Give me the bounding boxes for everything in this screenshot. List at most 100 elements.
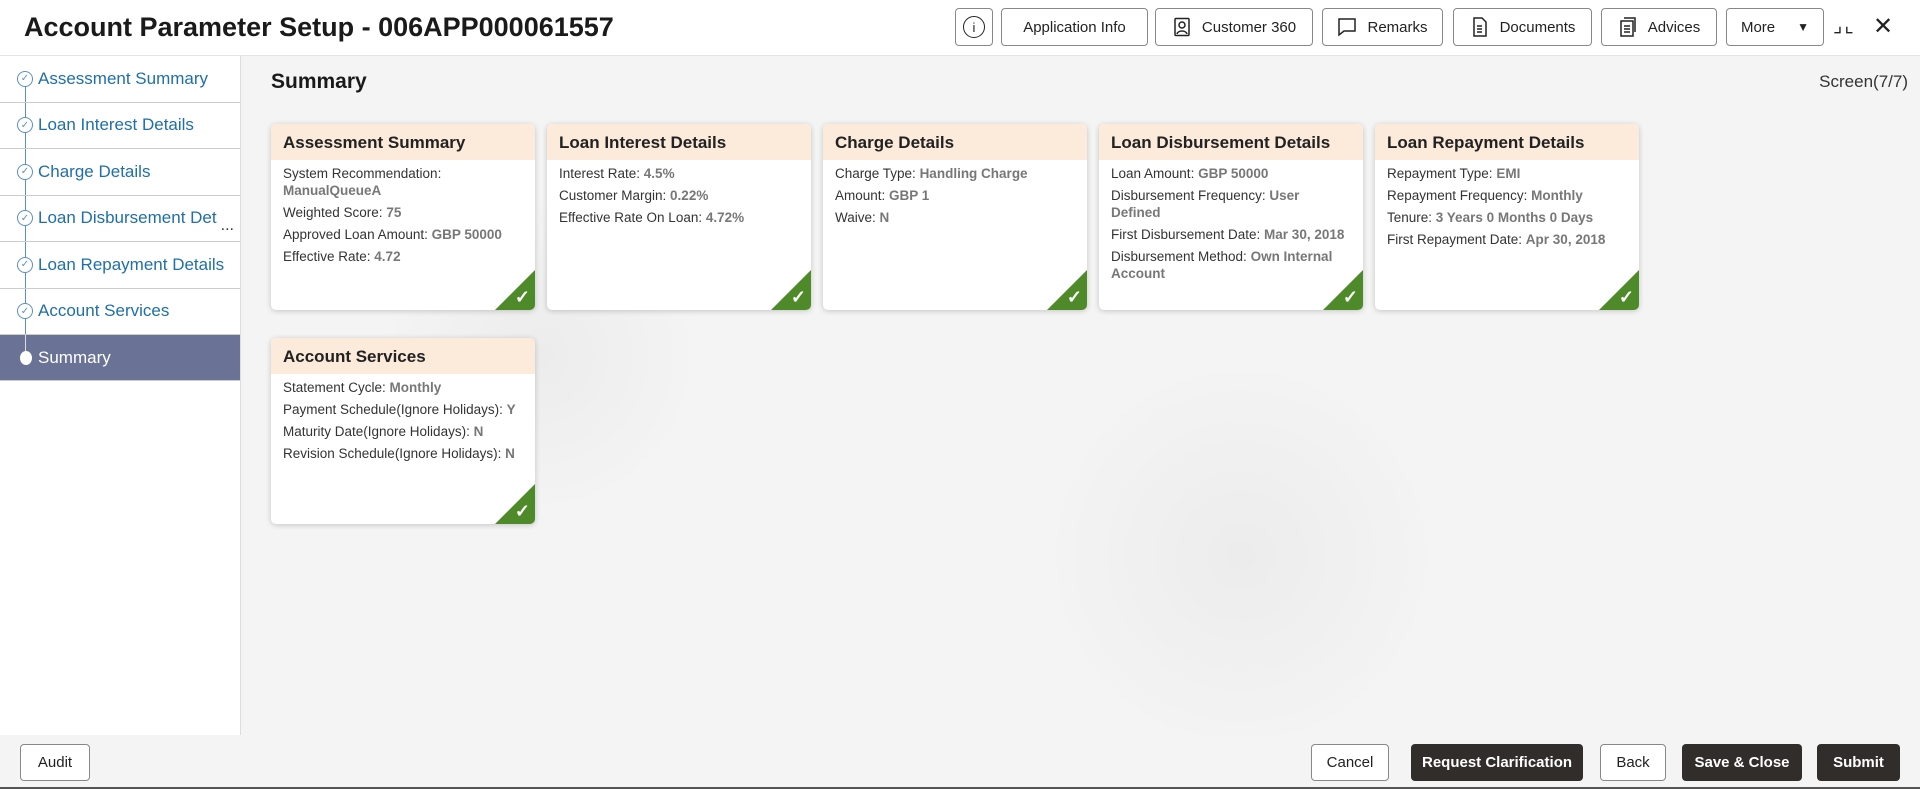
card-field: Effective Rate On Loan: 4.72% bbox=[559, 209, 799, 226]
card-field: Approved Loan Amount: GBP 50000 bbox=[283, 226, 523, 243]
summary-card[interactable]: Loan Repayment Details Repayment Type: EM… bbox=[1375, 124, 1639, 310]
field-label: Repayment Frequency: bbox=[1387, 188, 1532, 203]
chevron-down-icon: ▼ bbox=[1797, 20, 1810, 34]
sidebar-item-label: Loan Disbursement Det bbox=[38, 208, 217, 228]
sidebar-item-label: Account Services bbox=[38, 301, 170, 321]
card-field: Customer Margin: 0.22% bbox=[559, 187, 799, 204]
card-field: Repayment Type: EMI bbox=[1387, 165, 1627, 182]
field-label: Approved Loan Amount: bbox=[283, 227, 432, 242]
back-button[interactable]: Back bbox=[1600, 744, 1666, 781]
submit-button[interactable]: Submit bbox=[1817, 744, 1900, 781]
field-value: N bbox=[879, 210, 890, 225]
field-label: First Repayment Date: bbox=[1387, 232, 1526, 247]
field-label: Disbursement Frequency: bbox=[1111, 188, 1270, 203]
close-icon[interactable]: ✕ bbox=[1873, 12, 1893, 41]
sidebar-item-loan-interest-details[interactable]: ✓ Loan Interest Details bbox=[0, 102, 240, 149]
advices-button[interactable]: Advices bbox=[1601, 8, 1717, 46]
field-value: ManualQueueA bbox=[283, 183, 382, 198]
save-close-button[interactable]: Save & Close bbox=[1682, 744, 1802, 781]
card-field: Waive: N bbox=[835, 209, 1075, 226]
button-label: Advices bbox=[1647, 18, 1701, 36]
summary-card[interactable]: Account Services Statement Cycle: Monthly… bbox=[271, 338, 535, 524]
field-label: Amount: bbox=[835, 188, 890, 203]
cancel-button[interactable]: Cancel bbox=[1311, 744, 1389, 781]
documents-button[interactable]: Documents bbox=[1453, 8, 1592, 46]
field-value: GBP 50000 bbox=[431, 227, 502, 242]
remarks-button[interactable]: Remarks bbox=[1322, 8, 1443, 46]
application-info-button[interactable]: Application Info bbox=[1001, 8, 1148, 46]
summary-card[interactable]: Loan Interest Details Interest Rate: 4.5%… bbox=[547, 124, 811, 310]
check-circle-icon: ✓ bbox=[17, 256, 33, 273]
card-field: Disbursement Method: Own Internal Accoun… bbox=[1111, 248, 1351, 282]
field-value: 4.5% bbox=[643, 166, 675, 181]
card-title: Loan Repayment Details bbox=[1375, 124, 1639, 160]
sidebar-item-summary[interactable]: Summary bbox=[0, 335, 240, 381]
card-field: Amount: GBP 1 bbox=[835, 187, 1075, 204]
field-label: System Recommendation: bbox=[283, 166, 442, 181]
field-label: Customer Margin: bbox=[559, 188, 671, 203]
sidebar-item-label: Assessment Summary bbox=[38, 68, 209, 88]
card-field: Statement Cycle: Monthly bbox=[283, 379, 523, 396]
field-value: 4.72 bbox=[374, 249, 401, 264]
card-field: Maturity Date(Ignore Holidays): N bbox=[283, 423, 523, 440]
card-field: Weighted Score: 75 bbox=[283, 204, 523, 221]
button-label: Documents bbox=[1499, 18, 1576, 36]
info-button[interactable]: i bbox=[955, 8, 993, 46]
field-label: Maturity Date(Ignore Holidays): bbox=[283, 424, 474, 439]
audit-button[interactable]: Audit bbox=[20, 744, 90, 781]
check-circle-icon: ✓ bbox=[17, 163, 33, 180]
field-value: Monthly bbox=[1531, 188, 1583, 203]
card-title: Loan Disbursement Details bbox=[1099, 124, 1363, 160]
ellipsis: ... bbox=[220, 217, 234, 234]
card-field: System Recommendation: ManualQueueA bbox=[283, 165, 523, 199]
card-field: Payment Schedule(Ignore Holidays): Y bbox=[283, 401, 523, 418]
sidebar-item-account-services[interactable]: ✓ Account Services bbox=[0, 288, 240, 335]
card-field: Charge Type: Handling Charge bbox=[835, 165, 1075, 182]
check-circle-icon: ✓ bbox=[17, 210, 33, 227]
field-value: N bbox=[473, 424, 484, 439]
summary-card[interactable]: Loan Disbursement Details Loan Amount: GB… bbox=[1099, 124, 1363, 310]
sidebar-item-charge-details[interactable]: ✓ Charge Details bbox=[0, 149, 240, 196]
button-label: Customer 360 bbox=[1201, 18, 1297, 36]
field-value: 3 Years 0 Months 0 Days bbox=[1435, 210, 1594, 225]
field-value: Handling Charge bbox=[919, 166, 1028, 181]
check-icon: ✓ bbox=[790, 287, 806, 307]
current-step-icon bbox=[20, 350, 32, 365]
field-value: 4.72% bbox=[705, 210, 745, 225]
customer-360-button[interactable]: Customer 360 bbox=[1155, 8, 1313, 46]
card-title: Charge Details bbox=[823, 124, 1087, 160]
check-icon: ✓ bbox=[514, 287, 530, 307]
card-body: Repayment Type: EMI Repayment Frequency: … bbox=[1375, 160, 1639, 258]
sidebar-item-label: Summary bbox=[38, 347, 111, 367]
sidebar-item-loan-disbursement-details[interactable]: ✓ Loan Disbursement Det... bbox=[0, 195, 240, 242]
footer: Audit Cancel Request Clarification Back … bbox=[0, 735, 1920, 789]
field-label: Effective Rate On Loan: bbox=[559, 210, 706, 225]
fullscreen-exit-icon[interactable]: ⌟⌞ bbox=[1833, 13, 1856, 38]
field-label: Revision Schedule(Ignore Holidays): bbox=[283, 446, 506, 461]
screen-indicator: Screen(7/7) bbox=[1819, 72, 1908, 91]
field-value: EMI bbox=[1496, 166, 1521, 181]
field-value: 0.22% bbox=[670, 188, 709, 203]
info-icon: i bbox=[963, 16, 985, 38]
summary-card[interactable]: Assessment Summary System Recommendation:… bbox=[271, 124, 535, 310]
field-value: GBP 1 bbox=[889, 188, 930, 203]
main-content: Summary Screen(7/7) Assessment Summary Sy… bbox=[241, 56, 1920, 735]
check-icon: ✓ bbox=[1342, 287, 1358, 307]
more-button[interactable]: More ▼ bbox=[1726, 8, 1824, 46]
field-label: Payment Schedule(Ignore Holidays): bbox=[283, 402, 507, 417]
summary-card[interactable]: Charge Details Charge Type: Handling Char… bbox=[823, 124, 1087, 310]
user-icon bbox=[1174, 17, 1190, 37]
card-field: Disbursement Frequency: User Defined bbox=[1111, 187, 1351, 221]
sidebar: ✓ Assessment Summary ✓ Loan Interest Detai… bbox=[0, 56, 241, 735]
card-field: First Disbursement Date: Mar 30, 2018 bbox=[1111, 226, 1351, 243]
card-field: Tenure: 3 Years 0 Months 0 Days bbox=[1387, 209, 1627, 226]
sidebar-item-label: Loan Interest Details bbox=[38, 115, 194, 135]
comment-icon bbox=[1338, 18, 1357, 37]
sidebar-item-loan-repayment-details[interactable]: ✓ Loan Repayment Details bbox=[0, 242, 240, 289]
card-title: Assessment Summary bbox=[271, 124, 535, 160]
request-clarification-button[interactable]: Request Clarification bbox=[1411, 744, 1583, 781]
check-icon: ✓ bbox=[1618, 287, 1634, 307]
field-value: Apr 30, 2018 bbox=[1525, 232, 1606, 247]
sidebar-item-assessment-summary[interactable]: ✓ Assessment Summary bbox=[0, 56, 240, 103]
document-icon bbox=[1472, 17, 1487, 37]
